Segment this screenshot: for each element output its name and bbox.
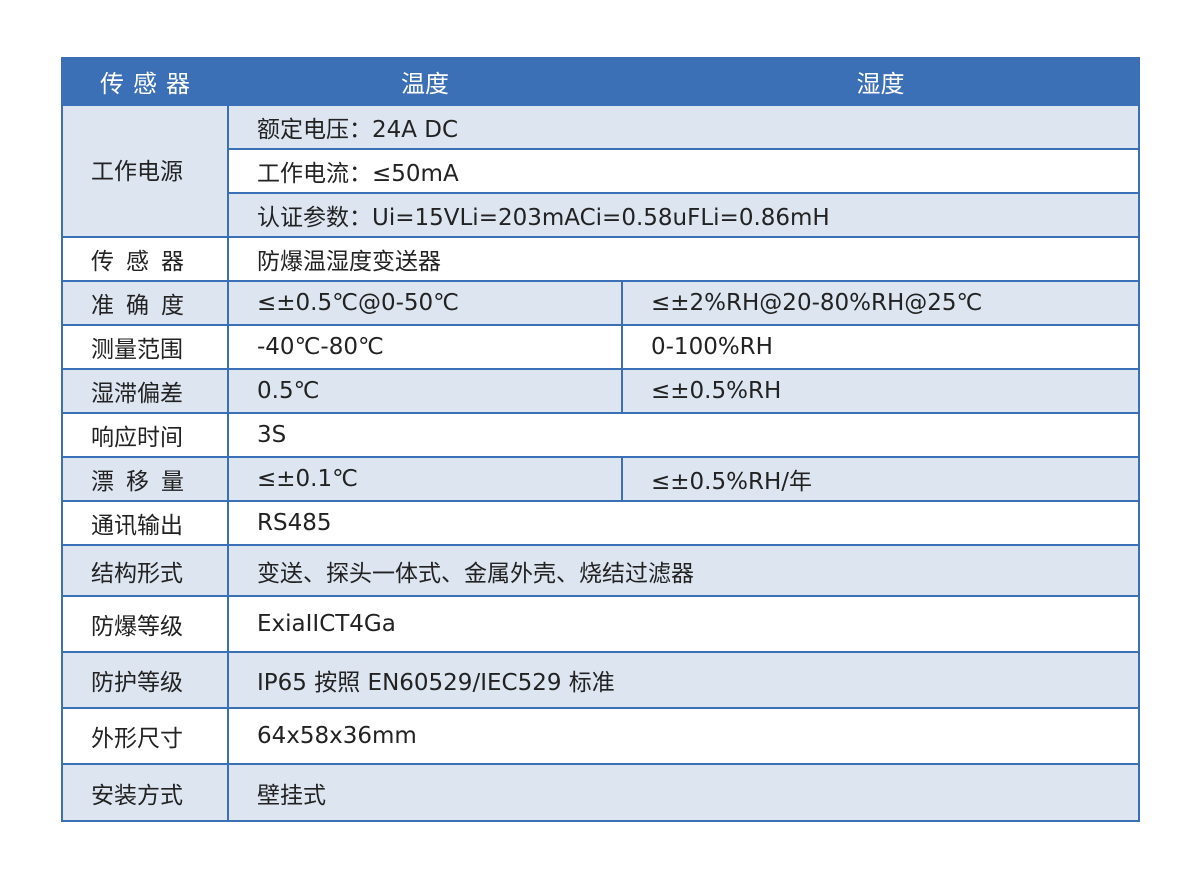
- table-row: 漂移量 ≤±0.1℃ ≤±0.5%RH/年: [61, 456, 1140, 502]
- header-humidity: 湿度: [621, 57, 1140, 106]
- rated-voltage-value: 24A DC: [372, 117, 459, 143]
- table-row: 湿滞偏差 0.5℃ ≤±0.5%RH: [61, 368, 1140, 414]
- rated-voltage-label: 额定电压：: [257, 117, 372, 143]
- rated-voltage-cell: 额定电压：24A DC: [227, 104, 1140, 150]
- accuracy-label: 准确度: [61, 280, 229, 326]
- power-label: 工作电源: [61, 104, 229, 238]
- working-current-value: ≤50mA: [372, 161, 459, 187]
- table-row: 防护等级 IP65 按照 EN60529/IEC529 标准: [61, 651, 1140, 709]
- sensor-value: 防爆温湿度变送器: [227, 236, 1140, 282]
- range-temperature: -40℃-80℃: [227, 324, 623, 370]
- working-current-cell: 工作电流：≤50mA: [227, 148, 1140, 194]
- hysteresis-temperature: 0.5℃: [227, 368, 623, 414]
- accuracy-humidity: ≤±2%RH@20-80%RH@25℃: [621, 280, 1140, 326]
- table-row: 结构形式 变送、探头一体式、金属外壳、烧结过滤器: [61, 544, 1140, 597]
- sensor-label: 传感器: [61, 236, 229, 282]
- range-label: 测量范围: [61, 324, 229, 370]
- hysteresis-label: 湿滞偏差: [61, 368, 229, 414]
- dimensions-label: 外形尺寸: [61, 707, 229, 765]
- header-temperature: 温度: [227, 57, 623, 106]
- response-value: 3S: [227, 412, 1140, 458]
- dimensions-value: 64x58x36mm: [227, 707, 1140, 765]
- explosion-value: ExiaIICT4Ga: [227, 595, 1140, 653]
- drift-humidity: ≤±0.5%RH/年: [621, 456, 1140, 502]
- mounting-value: 壁挂式: [227, 763, 1140, 822]
- table-row: 工作电源 额定电压：24A DC: [61, 104, 1140, 238]
- structure-value: 变送、探头一体式、金属外壳、烧结过滤器: [227, 544, 1140, 597]
- structure-label: 结构形式: [61, 544, 229, 597]
- accuracy-temperature: ≤±0.5℃@0-50℃: [227, 280, 623, 326]
- explosion-label: 防爆等级: [61, 595, 229, 653]
- drift-label: 漂移量: [61, 456, 229, 502]
- output-label: 通讯输出: [61, 500, 229, 546]
- structure-value-text: 变送、探头一体式、金属外壳、烧结过滤器: [257, 560, 694, 587]
- certification-value: Ui=15VLi=203mACi=0.58uFLi=0.86mH: [372, 205, 830, 231]
- table-row: 测量范围 -40℃-80℃ 0-100%RH: [61, 324, 1140, 370]
- table-row: 准确度 ≤±0.5℃@0-50℃ ≤±2%RH@20-80%RH@25℃: [61, 280, 1140, 326]
- table-row: 通讯输出 RS485: [61, 500, 1140, 546]
- table-row: 传感器 防爆温湿度变送器: [61, 236, 1140, 282]
- certification-label: 认证参数：: [257, 205, 372, 231]
- table-row: 外形尺寸 64x58x36mm: [61, 707, 1140, 765]
- certification-cell: 认证参数：Ui=15VLi=203mACi=0.58uFLi=0.86mH: [227, 192, 1140, 238]
- output-value: RS485: [227, 500, 1140, 546]
- header-row: 传感器 温度 湿度: [61, 57, 1140, 106]
- mounting-value-text: 壁挂式: [257, 782, 326, 809]
- working-current-label: 工作电流：: [257, 161, 372, 187]
- protection-value: IP65 按照 EN60529/IEC529 标准: [227, 651, 1140, 709]
- drift-temperature: ≤±0.1℃: [227, 456, 623, 502]
- protection-label: 防护等级: [61, 651, 229, 709]
- hysteresis-humidity: ≤±0.5%RH: [621, 368, 1140, 414]
- mounting-label: 安装方式: [61, 763, 229, 822]
- range-humidity: 0-100%RH: [621, 324, 1140, 370]
- table-row: 防爆等级 ExiaIICT4Ga: [61, 595, 1140, 653]
- table-row: 响应时间 3S: [61, 412, 1140, 458]
- spec-table: 传感器 温度 湿度 工作电源 额定电压：24A DC 工作电流：≤50mA 认证…: [61, 57, 1140, 822]
- header-sensor: 传感器: [61, 57, 229, 106]
- response-label: 响应时间: [61, 412, 229, 458]
- sensor-value-text: 防爆温湿度变送器: [257, 249, 441, 275]
- table-row: 安装方式 壁挂式: [61, 763, 1140, 822]
